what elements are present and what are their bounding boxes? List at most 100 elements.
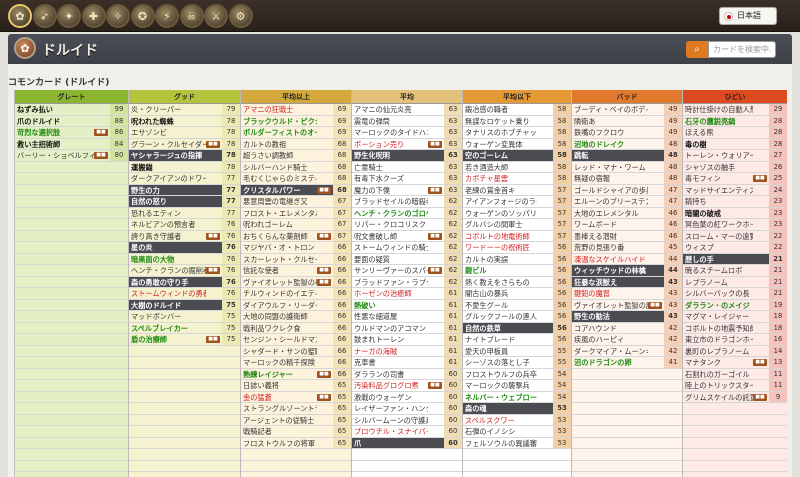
card-row[interactable]: ウォーゲンのソッパリ 57 bbox=[463, 207, 571, 219]
card-row[interactable]: 愛天の甲板員 55 bbox=[463, 345, 571, 357]
card-row[interactable]: エルーンのブリーステス 47 bbox=[572, 196, 682, 208]
card-row[interactable]: ダイアウルフ・リーダー 66 bbox=[241, 299, 351, 311]
card-row[interactable]: 野生の力 77 bbox=[129, 184, 240, 196]
card-row[interactable]: ストームウィンドの騎士 62 bbox=[352, 242, 462, 254]
card-row[interactable]: マーロックの襲撃兵 54 bbox=[463, 380, 571, 392]
card-row[interactable]: マジヤバ・オ・トロン 66 bbox=[241, 242, 351, 254]
card-row[interactable]: ブーディ・ベイのボディガード 49 bbox=[572, 104, 682, 116]
card-row[interactable]: ポーション売り ■■ 63 bbox=[352, 138, 462, 150]
card-row[interactable]: 歴しの手 21 bbox=[683, 253, 787, 265]
card-row[interactable]: 爪 60 bbox=[352, 437, 462, 449]
card-row[interactable]: フェルソウルの異議審問官 53 bbox=[463, 437, 571, 449]
mage-class-icon[interactable]: ✦ bbox=[57, 4, 81, 28]
card-row[interactable]: 震竜の弾筒 63 bbox=[352, 115, 462, 127]
card-row[interactable]: ナーガの海賊 61 bbox=[352, 345, 462, 357]
card-row[interactable]: クリスタルパワー ■■ 68 bbox=[241, 184, 351, 196]
card-row[interactable]: ダラランの司書 60 bbox=[352, 368, 462, 380]
card-row[interactable]: ウォーゲン変異体 58 bbox=[463, 138, 571, 150]
card-row[interactable]: 無謀なロケット乗り 58 bbox=[463, 115, 571, 127]
card-row[interactable]: 大地のエレメンタル 46 bbox=[572, 207, 682, 219]
card-row[interactable]: 若き酒造大師 58 bbox=[463, 161, 571, 173]
card-row[interactable]: スローム・マーの遠覧師 22 bbox=[683, 230, 787, 242]
card-row[interactable]: 爪のドルイド 88 bbox=[15, 115, 128, 127]
card-row[interactable]: フロストウルフの将軍 65 bbox=[241, 437, 351, 449]
card-row[interactable]: レイザーファン・ハンター 60 bbox=[352, 403, 462, 415]
card-row[interactable]: 東立市のドラゴンホーク 16 bbox=[683, 334, 787, 346]
card-row[interactable]: 自然の鉄草 56 bbox=[463, 322, 571, 334]
card-row[interactable]: コボルトの地震予知師 18 bbox=[683, 322, 787, 334]
card-row[interactable]: ヴァイオレット監獄の魔剣士■■43 bbox=[572, 299, 682, 311]
card-row[interactable]: 暗闇の破戒 23 bbox=[683, 207, 787, 219]
card-row[interactable]: 鍛冶感の職者 58 bbox=[463, 104, 571, 116]
card-row[interactable]: ネルビアンの預言者 76 bbox=[129, 219, 240, 231]
card-row[interactable]: フロスト・エレメンタル 67 bbox=[241, 207, 351, 219]
card-row[interactable]: 跳転 48 bbox=[572, 150, 682, 162]
card-row[interactable]: マーロックの精千探険 66 bbox=[241, 357, 351, 369]
card-row[interactable]: 超うさい調教師 68 bbox=[241, 150, 351, 162]
card-row[interactable]: 大樹のドルイド 75 bbox=[129, 299, 240, 311]
card-row[interactable]: 陸上のトリックスター 11 bbox=[683, 380, 787, 392]
card-row[interactable]: アマニの狂戦士 69 bbox=[241, 104, 351, 116]
card-row[interactable]: 空のゴーレム 58 bbox=[463, 150, 571, 162]
card-row[interactable]: おちくらんな薬剤師 ■■ 67 bbox=[241, 230, 351, 242]
card-row[interactable]: 性悪な細道屋 61 bbox=[352, 311, 462, 323]
card-row[interactable]: 苛烈な選択肢 ■■ 86 bbox=[15, 127, 128, 139]
card-row[interactable]: シャダード・サンの聖職者 66 bbox=[241, 345, 351, 357]
card-row[interactable]: ウルドマンのアコマンドー 61 bbox=[352, 322, 462, 334]
card-row[interactable]: アイアンフォージのライフル兵 57 bbox=[463, 196, 571, 208]
card-row[interactable]: ナイトブレード 56 bbox=[463, 334, 571, 346]
card-row[interactable]: スカーレット・クルセイダー 66 bbox=[241, 253, 351, 265]
card-row[interactable]: 信託な使者 ■■ 66 bbox=[241, 265, 351, 277]
card-row[interactable]: シャゾスの触手 26 bbox=[683, 161, 787, 173]
card-row[interactable]: レッド・マナ・ワーム 48 bbox=[572, 161, 682, 173]
card-row[interactable]: 運搬錨 78 bbox=[129, 161, 240, 173]
card-row[interactable]: 暗黒面の大物 76 bbox=[129, 253, 240, 265]
card-row[interactable]: シルバーバックの長 21 bbox=[683, 288, 787, 300]
card-row[interactable]: 鼓まれトーレン 61 bbox=[352, 334, 462, 346]
card-row[interactable]: 沼のドラゴンの卵 41 bbox=[572, 357, 682, 369]
card-row[interactable]: 戦騎記者 65 bbox=[241, 426, 351, 438]
card-row[interactable]: 疾風のハーピィ 42 bbox=[572, 334, 682, 346]
card-row[interactable]: バーリー・ショベルフィスト■■80 bbox=[15, 150, 128, 162]
card-row[interactable]: マグマ・レイジャー 18 bbox=[683, 311, 787, 323]
card-row[interactable]: 星の炎 76 bbox=[129, 242, 240, 254]
card-row[interactable]: 野生化呪明 63 bbox=[352, 150, 462, 162]
card-row[interactable]: マッドサイエンティスト 24 bbox=[683, 184, 787, 196]
card-row[interactable]: 呪われた蜘蛛 78 bbox=[129, 115, 240, 127]
card-row[interactable]: レプラノーム 21 bbox=[683, 276, 787, 288]
card-row[interactable]: 荒野の見張り番 45 bbox=[572, 242, 682, 254]
card-row[interactable]: スペルブレイカー 75 bbox=[129, 322, 240, 334]
card-row[interactable]: 自然の怒り 77 bbox=[129, 196, 240, 208]
card-row[interactable]: マーロックのタイドハンター 63 bbox=[352, 127, 462, 139]
card-row[interactable]: シルバームーンの守護兵 60 bbox=[352, 414, 462, 426]
card-row[interactable]: 毒モフィン ■■ 25 bbox=[683, 173, 787, 185]
card-row[interactable]: 魔力の下僕 ■■ 63 bbox=[352, 184, 462, 196]
card-row[interactable]: ウィッチウッドの林檎 44 bbox=[572, 265, 682, 277]
card-row[interactable]: ブラックウルド・ピクシー 69 bbox=[241, 115, 351, 127]
card-row[interactable]: ヘンチ・クランのゴロゲキ 62 bbox=[352, 207, 462, 219]
card-row[interactable]: 隣衛あ 49 bbox=[572, 115, 682, 127]
card-row[interactable]: 錆持ち 23 bbox=[683, 196, 787, 208]
card-row[interactable]: カルトの実誤 56 bbox=[463, 253, 571, 265]
card-row[interactable]: 森の魂 53 bbox=[463, 403, 571, 415]
card-row[interactable]: 鍵鉛の魔習 43 bbox=[572, 288, 682, 300]
card-row[interactable]: ダララン・のメイジ 19 bbox=[683, 299, 787, 311]
card-row[interactable]: 墨棒える潜財 46 bbox=[572, 230, 682, 242]
card-row[interactable]: ボルダーフィストのオーガ 69 bbox=[241, 127, 351, 139]
warlock-class-icon[interactable]: ☠ bbox=[179, 4, 204, 28]
card-row[interactable]: グリムスケイルの託宣師■■9 bbox=[683, 391, 787, 403]
card-row[interactable]: 裏町のレプラノーム 14 bbox=[683, 345, 787, 357]
card-row[interactable]: ワームボード 46 bbox=[572, 219, 682, 231]
card-row[interactable]: 戦利品ワクレク食 66 bbox=[241, 322, 351, 334]
card-row[interactable]: シーゾスの落とし子 55 bbox=[463, 357, 571, 369]
card-row[interactable]: 激戦のウォーゲン 60 bbox=[352, 391, 462, 403]
hunter-class-icon[interactable]: ➶ bbox=[32, 4, 57, 28]
card-row[interactable]: 熱破い 61 bbox=[352, 299, 462, 311]
card-row[interactable]: 要面の疑質 62 bbox=[352, 253, 462, 265]
card-row[interactable]: マナタンク ■■ 13 bbox=[683, 357, 787, 369]
card-row[interactable]: 無疑の宿報 48 bbox=[572, 173, 682, 185]
card-row[interactable]: ブラッドセイルの暗殺者 62 bbox=[352, 196, 462, 208]
card-row[interactable]: 熱く教えをさらもの 56 bbox=[463, 276, 571, 288]
card-row[interactable]: 炎・クリーパー 79 bbox=[129, 104, 240, 116]
card-row[interactable]: 呪われゴーレム 67 bbox=[241, 219, 351, 231]
